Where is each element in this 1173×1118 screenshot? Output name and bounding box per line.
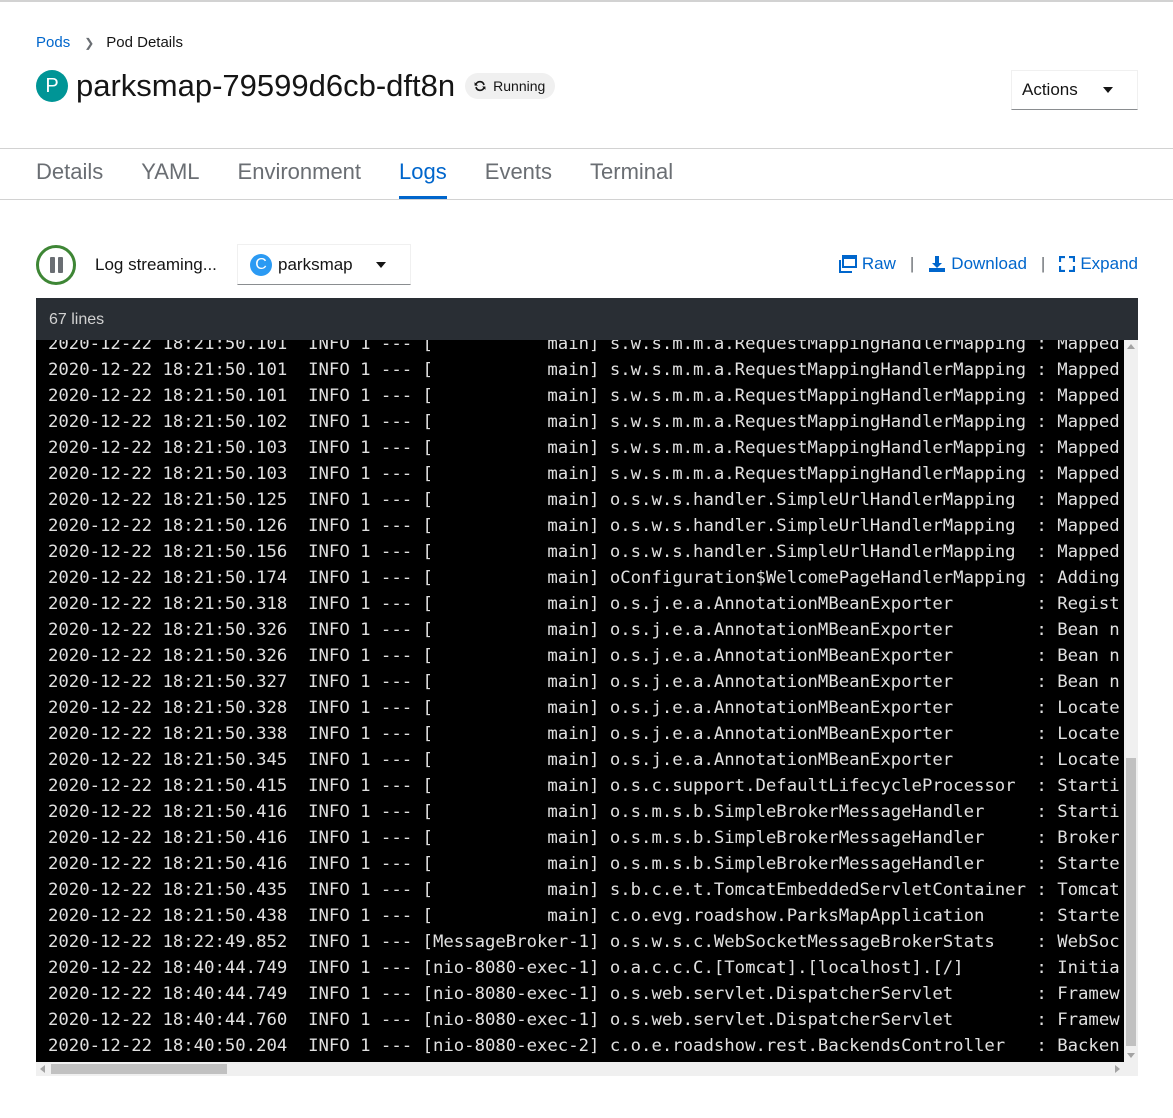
top-border	[0, 0, 1173, 2]
tab-terminal[interactable]: Terminal	[590, 149, 673, 199]
page-header: P parksmap-79599d6cb-dft8n Running	[36, 68, 556, 104]
log-line: 2020-12-22 18:40:50.204 INFO 1 --- [nio-…	[48, 1036, 1120, 1056]
separator: |	[1040, 254, 1046, 273]
container-badge: C	[250, 253, 272, 276]
log-line: 2020-12-22 18:21:50.326 INFO 1 --- [ mai…	[48, 620, 1120, 640]
line-count: 67 lines	[49, 311, 105, 328]
log-line: 2020-12-22 18:21:50.125 INFO 1 --- [ mai…	[48, 490, 1120, 510]
tab-bar: Details YAML Environment Logs Events Ter…	[36, 149, 711, 199]
log-line: 2020-12-22 18:21:50.156 INFO 1 --- [ mai…	[48, 542, 1120, 562]
pause-streaming-button[interactable]	[36, 245, 76, 285]
log-line: 2020-12-22 18:21:50.101 INFO 1 --- [ mai…	[48, 360, 1120, 380]
expand-link[interactable]: Expand	[1059, 254, 1138, 274]
expand-label: Expand	[1080, 254, 1138, 273]
container-name: parksmap	[278, 254, 353, 274]
chevron-right-icon: ❯	[84, 35, 95, 50]
log-line: 2020-12-22 18:40:44.760 INFO 1 --- [nio-…	[48, 1010, 1120, 1030]
vertical-scrollbar[interactable]	[1124, 340, 1138, 1062]
log-line: 2020-12-22 18:21:50.415 INFO 1 --- [ mai…	[48, 776, 1120, 796]
log-line: 2020-12-22 18:21:50.416 INFO 1 --- [ mai…	[48, 854, 1120, 874]
pause-icon	[57, 257, 63, 273]
log-line: 2020-12-22 18:40:44.749 INFO 1 --- [nio-…	[48, 958, 1120, 978]
log-line: 2020-12-22 18:21:50.103 INFO 1 --- [ mai…	[48, 464, 1120, 484]
breadcrumb: Pods ❯ Pod Details	[36, 34, 183, 51]
log-window: 67 lines 2020-12-22 18:21:50.101 INFO 1 …	[36, 298, 1138, 1076]
streaming-status: Log streaming...	[95, 255, 217, 274]
scrollbar-corner	[1124, 1062, 1138, 1076]
scroll-up-arrow-icon[interactable]	[1127, 344, 1135, 349]
tab-details[interactable]: Details	[36, 149, 103, 199]
log-line: 2020-12-22 18:21:50.326 INFO 1 --- [ mai…	[48, 646, 1120, 666]
tab-events[interactable]: Events	[485, 149, 552, 199]
tab-logs[interactable]: Logs	[399, 149, 447, 199]
log-line: 2020-12-22 18:21:50.103 INFO 1 --- [ mai…	[48, 438, 1120, 458]
actions-dropdown[interactable]: Actions	[1011, 70, 1138, 110]
scroll-left-arrow-icon[interactable]	[40, 1065, 45, 1073]
log-content[interactable]: 2020-12-22 18:21:50.101 INFO 1 --- [ mai…	[36, 340, 1124, 1062]
log-line: 2020-12-22 18:21:50.416 INFO 1 --- [ mai…	[48, 802, 1120, 822]
sync-icon	[474, 80, 486, 92]
divider	[0, 199, 1173, 200]
actions-label: Actions	[1022, 80, 1078, 99]
expand-icon	[1059, 256, 1076, 272]
log-line: 2020-12-22 18:21:50.438 INFO 1 --- [ mai…	[48, 906, 1120, 926]
log-line: 2020-12-22 18:21:50.327 INFO 1 --- [ mai…	[48, 672, 1120, 692]
container-select[interactable]: C parksmap	[237, 244, 411, 285]
download-icon	[929, 256, 946, 272]
log-line: 2020-12-22 18:21:50.345 INFO 1 --- [ mai…	[48, 750, 1120, 770]
caret-down-icon	[1103, 87, 1113, 93]
log-line: 2020-12-22 18:22:49.852 INFO 1 --- [Mess…	[48, 932, 1120, 952]
log-line: 2020-12-22 18:21:50.338 INFO 1 --- [ mai…	[48, 724, 1120, 744]
log-line: 2020-12-22 18:21:50.174 INFO 1 --- [ mai…	[48, 568, 1120, 588]
log-line: 2020-12-22 18:21:50.126 INFO 1 --- [ mai…	[48, 516, 1120, 536]
scroll-right-arrow-icon[interactable]	[1115, 1065, 1120, 1073]
status-text: Running	[493, 78, 546, 94]
log-line: 2020-12-22 18:21:50.416 INFO 1 --- [ mai…	[48, 828, 1120, 848]
scroll-down-arrow-icon[interactable]	[1127, 1053, 1135, 1058]
tab-yaml[interactable]: YAML	[141, 149, 199, 199]
status-badge: Running	[465, 73, 556, 99]
log-line: 2020-12-22 18:21:50.318 INFO 1 --- [ mai…	[48, 594, 1120, 614]
log-line: 2020-12-22 18:21:50.102 INFO 1 --- [ mai…	[48, 412, 1120, 432]
log-line: 2020-12-22 18:21:50.328 INFO 1 --- [ mai…	[48, 698, 1120, 718]
download-link[interactable]: Download	[928, 254, 1027, 274]
pause-icon	[49, 257, 55, 273]
log-header: 67 lines	[36, 298, 1138, 340]
separator: |	[909, 254, 915, 273]
page-title: parksmap-79599d6cb-dft8n	[76, 68, 456, 103]
log-actions: Raw | Download | Expand	[838, 254, 1138, 274]
log-line: 2020-12-22 18:21:50.435 INFO 1 --- [ mai…	[48, 880, 1120, 900]
log-line: 2020-12-22 18:21:50.101 INFO 1 --- [ mai…	[48, 340, 1120, 354]
scrollbar-thumb[interactable]	[51, 1064, 227, 1074]
log-lines: 2020-12-22 18:21:50.101 INFO 1 --- [ mai…	[36, 340, 1124, 1059]
caret-down-icon	[376, 261, 386, 268]
log-line: 2020-12-22 18:40:44.749 INFO 1 --- [nio-…	[48, 984, 1120, 1004]
raw-label: Raw	[861, 254, 896, 273]
raw-link[interactable]: Raw	[838, 254, 896, 274]
log-line: 2020-12-22 18:21:50.101 INFO 1 --- [ mai…	[48, 386, 1120, 406]
scrollbar-thumb[interactable]	[1126, 758, 1136, 1046]
breadcrumb-current: Pod Details	[106, 34, 183, 51]
breadcrumb-link-pods[interactable]: Pods	[36, 34, 70, 51]
download-label: Download	[951, 254, 1027, 273]
external-window-icon	[838, 255, 857, 273]
pod-resource-badge: P	[36, 70, 68, 102]
horizontal-scrollbar[interactable]	[36, 1062, 1124, 1076]
tab-environment[interactable]: Environment	[238, 149, 362, 199]
